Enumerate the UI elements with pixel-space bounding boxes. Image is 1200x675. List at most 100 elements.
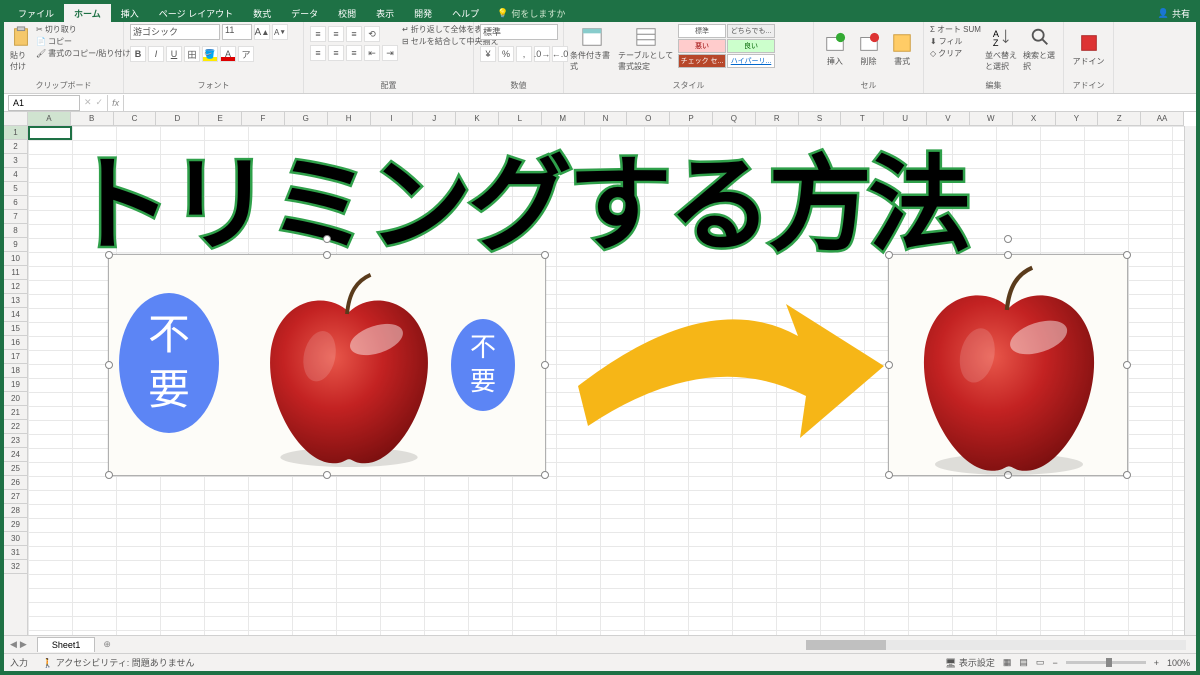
- row-header[interactable]: 4: [4, 168, 27, 182]
- find-select-button[interactable]: 検索と選択: [1023, 24, 1057, 74]
- indent-decrease-button[interactable]: ⇤: [364, 45, 380, 61]
- zoom-in-button[interactable]: +: [1154, 658, 1159, 668]
- column-header[interactable]: AA: [1141, 112, 1184, 125]
- column-header[interactable]: N: [585, 112, 628, 125]
- column-header[interactable]: A: [28, 112, 71, 125]
- view-normal-button[interactable]: ▦: [1003, 657, 1012, 668]
- font-color-button[interactable]: A: [220, 46, 236, 62]
- align-middle-button[interactable]: ≡: [328, 26, 344, 42]
- column-header[interactable]: X: [1013, 112, 1056, 125]
- column-header[interactable]: U: [884, 112, 927, 125]
- column-header[interactable]: R: [756, 112, 799, 125]
- row-header[interactable]: 31: [4, 546, 27, 560]
- column-header[interactable]: H: [328, 112, 371, 125]
- row-header[interactable]: 11: [4, 266, 27, 280]
- italic-button[interactable]: I: [148, 46, 164, 62]
- format-as-table-button[interactable]: テーブルとして書式設定: [618, 24, 674, 74]
- percent-button[interactable]: %: [498, 46, 514, 62]
- currency-button[interactable]: ¥: [480, 46, 496, 62]
- tab-home[interactable]: ホーム: [64, 4, 111, 23]
- decrease-font-button[interactable]: A▼: [272, 24, 288, 40]
- style-chip[interactable]: 良い: [727, 39, 775, 53]
- column-header[interactable]: P: [670, 112, 713, 125]
- column-header[interactable]: V: [927, 112, 970, 125]
- row-header[interactable]: 29: [4, 518, 27, 532]
- tab-page-layout[interactable]: ページ レイアウト: [149, 4, 243, 23]
- row-header[interactable]: 28: [4, 504, 27, 518]
- column-header[interactable]: J: [413, 112, 456, 125]
- font-size-select[interactable]: 11: [222, 24, 252, 40]
- number-format-select[interactable]: 標準: [480, 24, 558, 40]
- row-header[interactable]: 22: [4, 420, 27, 434]
- clear-button[interactable]: ◇クリア: [930, 48, 981, 59]
- column-header[interactable]: Y: [1056, 112, 1099, 125]
- row-header[interactable]: 3: [4, 154, 27, 168]
- row-header[interactable]: 6: [4, 196, 27, 210]
- increase-decimal-button[interactable]: .0→: [534, 46, 550, 62]
- column-header[interactable]: B: [71, 112, 114, 125]
- view-page-break-button[interactable]: ▭: [1036, 657, 1045, 668]
- worksheet-grid[interactable]: ABCDEFGHIJKLMNOPQRSTUVWXYZAA 12345678910…: [4, 112, 1196, 635]
- zoom-out-button[interactable]: −: [1052, 658, 1057, 668]
- select-all-corner[interactable]: [4, 112, 28, 126]
- fill-color-button[interactable]: 🪣: [202, 46, 218, 62]
- row-header[interactable]: 25: [4, 462, 27, 476]
- tab-review[interactable]: 校閲: [328, 4, 366, 23]
- enter-formula-icon[interactable]: ✓: [96, 97, 104, 108]
- border-button[interactable]: 田: [184, 46, 200, 62]
- style-chip[interactable]: どちらでも...: [727, 24, 775, 38]
- row-header[interactable]: 7: [4, 210, 27, 224]
- row-header[interactable]: 32: [4, 560, 27, 574]
- sheet-tab[interactable]: Sheet1: [37, 637, 96, 652]
- autosum-button[interactable]: Σオート SUM: [930, 24, 981, 35]
- style-chip[interactable]: チェック セ...: [678, 54, 726, 68]
- align-bottom-button[interactable]: ≡: [346, 26, 362, 42]
- bold-button[interactable]: B: [130, 46, 146, 62]
- row-header[interactable]: 5: [4, 182, 27, 196]
- tell-me-search[interactable]: 💡 何をしますか: [497, 7, 565, 20]
- row-header[interactable]: 27: [4, 490, 27, 504]
- row-header[interactable]: 15: [4, 322, 27, 336]
- cancel-formula-icon[interactable]: ✕: [84, 97, 92, 108]
- row-header[interactable]: 17: [4, 350, 27, 364]
- formula-input[interactable]: [128, 95, 1196, 111]
- add-sheet-button[interactable]: ⊕: [95, 639, 119, 650]
- underline-button[interactable]: U: [166, 46, 182, 62]
- tab-data[interactable]: データ: [281, 4, 328, 23]
- addins-button[interactable]: アドイン: [1070, 24, 1107, 74]
- column-header[interactable]: D: [156, 112, 199, 125]
- column-header[interactable]: E: [199, 112, 242, 125]
- row-header[interactable]: 2: [4, 140, 27, 154]
- accessibility-status[interactable]: 🚶 アクセシビリティ: 問題ありません: [42, 656, 194, 669]
- vertical-scrollbar[interactable]: [1184, 126, 1196, 635]
- row-header[interactable]: 10: [4, 252, 27, 266]
- row-header[interactable]: 21: [4, 406, 27, 420]
- column-header[interactable]: O: [627, 112, 670, 125]
- horizontal-scrollbar[interactable]: [806, 640, 1186, 650]
- column-header[interactable]: L: [499, 112, 542, 125]
- cut-button[interactable]: ✂切り取り: [36, 24, 130, 35]
- row-header[interactable]: 14: [4, 308, 27, 322]
- column-header[interactable]: M: [542, 112, 585, 125]
- sort-filter-button[interactable]: AZ 並べ替えと選択: [985, 24, 1019, 74]
- align-center-button[interactable]: ≡: [328, 45, 344, 61]
- column-header[interactable]: K: [456, 112, 499, 125]
- column-header[interactable]: G: [285, 112, 328, 125]
- row-header[interactable]: 19: [4, 378, 27, 392]
- font-name-select[interactable]: 游ゴシック: [130, 24, 220, 40]
- row-header[interactable]: 23: [4, 434, 27, 448]
- align-left-button[interactable]: ≡: [310, 45, 326, 61]
- row-header[interactable]: 18: [4, 364, 27, 378]
- column-header[interactable]: Z: [1098, 112, 1141, 125]
- paste-button[interactable]: 貼り付け: [10, 24, 32, 74]
- style-chip[interactable]: 標準: [678, 24, 726, 38]
- zoom-slider[interactable]: [1066, 661, 1146, 664]
- phonetic-button[interactable]: ア: [238, 46, 254, 62]
- cell-styles-gallery[interactable]: 標準 どちらでも... 悪い 良い チェック セ... ハイパーリ...: [678, 24, 788, 68]
- tab-developer[interactable]: 開発: [404, 4, 442, 23]
- share-button[interactable]: 👤 共有: [1152, 7, 1196, 20]
- row-header[interactable]: 12: [4, 280, 27, 294]
- delete-cells-button[interactable]: 削除: [854, 24, 884, 74]
- display-settings-button[interactable]: 🖥 表示設定: [945, 656, 995, 669]
- tab-formulas[interactable]: 数式: [243, 4, 281, 23]
